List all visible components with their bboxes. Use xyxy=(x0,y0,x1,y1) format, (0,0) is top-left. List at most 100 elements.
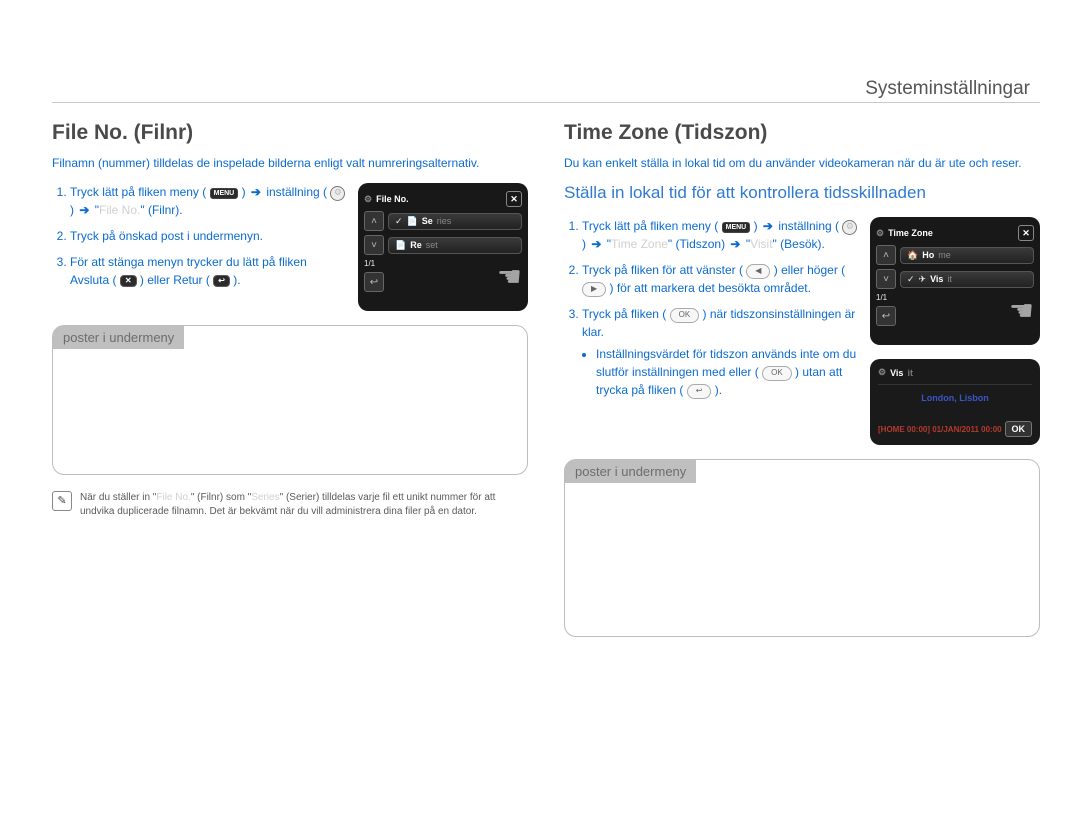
label: Se xyxy=(422,216,433,226)
right-title: Time Zone (Tidszon) xyxy=(564,121,1040,145)
screen-title: Time Zone xyxy=(888,228,933,238)
left-steps-list: Tryck lätt på fliken meny ( MENU ) ➔ ins… xyxy=(52,183,346,289)
airplane-icon: ✈ xyxy=(919,274,927,285)
footnote-text: När du ställer in "File No." (Filnr) som… xyxy=(80,491,528,518)
home-time-label: [HOME 00:00] 01/JAN/2011 00:00 xyxy=(878,425,1002,434)
right-step-3: Tryck på fliken ( OK ) när tidszonsinstä… xyxy=(582,305,858,399)
gear-icon: ⚙ xyxy=(876,228,884,239)
text: " (Filnr). xyxy=(140,203,182,217)
text: ). xyxy=(715,383,722,397)
label-faded: it xyxy=(947,274,952,284)
label-faded: me xyxy=(938,250,951,260)
text: När du ställer in " xyxy=(80,492,156,503)
faded-text: File No. xyxy=(156,492,190,503)
label-faded: ries xyxy=(437,216,452,226)
city-label: London, Lisbon xyxy=(878,393,1032,403)
timezone-screen-mock: ⚙ Time Zone ✕ ˄ 🏠 Home ˅ xyxy=(870,217,1040,345)
text: ) eller höger ( xyxy=(774,263,845,277)
right-steps-list: Tryck lätt på fliken meny ( MENU ) ➔ ins… xyxy=(564,217,858,399)
text: Tryck lätt på fliken meny ( xyxy=(582,219,718,233)
left-step-2: Tryck på önskad post i undermenyn. xyxy=(70,227,346,245)
text: " (Tidszon) xyxy=(668,237,729,251)
file-no-screen-mock: ⚙ File No. ✕ ˄ ✓ 📄 Series ˅ xyxy=(358,183,528,311)
left-submenu-box: poster i undermeny xyxy=(52,325,528,475)
visit-option: ✓ ✈ Visit xyxy=(900,271,1034,288)
left-lead-text: Filnamn (nummer) tilldelas de inspelade … xyxy=(52,155,528,171)
down-icon: ˅ xyxy=(876,269,896,289)
label: Re xyxy=(410,240,422,250)
text: ) xyxy=(754,219,761,233)
back-icon: ↩ xyxy=(687,384,712,399)
label: Ho xyxy=(922,250,934,260)
ok-icon: OK xyxy=(670,308,700,323)
doc-icon: 📄 xyxy=(407,216,418,227)
text: " (Filnr) som " xyxy=(191,492,251,503)
right-screens-stack: ⚙ Time Zone ✕ ˄ 🏠 Home ˅ xyxy=(870,217,1040,445)
right-steps-and-screens: Tryck lätt på fliken meny ( MENU ) ➔ ins… xyxy=(564,217,1040,445)
page-indicator: 1/1 xyxy=(876,293,887,302)
label: Vis xyxy=(930,274,943,284)
series-option: ✓ 📄 Series xyxy=(388,213,522,230)
back-icon: ↩ xyxy=(213,275,230,287)
back-icon: ↩ xyxy=(876,306,896,326)
reset-option: 📄 Reset xyxy=(388,237,522,254)
arrow-icon: ➔ xyxy=(763,217,773,235)
text: ) xyxy=(70,203,77,217)
hand-pointer-icon: ☚ xyxy=(497,260,522,293)
right-lead-text: Du kan enkelt ställa in lokal tid om du … xyxy=(564,155,1040,171)
close-icon: ✕ xyxy=(506,191,522,207)
text: Tryck på fliken för att vänster ( xyxy=(582,263,743,277)
visit-screen-mock: ⚙ Visit London, Lisbon [HOME 00:00] 01/J… xyxy=(870,359,1040,445)
hand-pointer-icon: ☚ xyxy=(1009,294,1034,327)
gear-icon: ⚙ xyxy=(364,194,372,205)
ok-icon: OK xyxy=(762,366,792,381)
left-step-3: För att stänga menyn trycker du lätt på … xyxy=(70,253,346,289)
close-icon: ✕ xyxy=(1018,225,1034,241)
home-icon: 🏠 xyxy=(907,250,918,261)
text: inställning ( xyxy=(778,219,839,233)
left-title: File No. (Filnr) xyxy=(52,121,528,145)
screen2-title-strong: Vis xyxy=(890,368,903,378)
screen2-title-faded: it xyxy=(907,368,913,378)
right-arrow-icon: ▶ xyxy=(582,282,606,297)
page-section-heading: Systeminställningar xyxy=(865,78,1030,100)
left-step-1: Tryck lätt på fliken meny ( MENU ) ➔ ins… xyxy=(70,183,346,219)
faded-text: Time Zone xyxy=(611,237,668,251)
right-step-3-note: Inställningsvärdet för tidszon används i… xyxy=(582,345,858,399)
left-steps-and-screen: Tryck lätt på fliken meny ( MENU ) ➔ ins… xyxy=(52,183,528,311)
left-column: File No. (Filnr) Filnamn (nummer) tillde… xyxy=(52,121,528,637)
right-submenu-box: poster i undermeny xyxy=(564,459,1040,637)
right-column: Time Zone (Tidszon) Du kan enkelt ställa… xyxy=(564,121,1040,637)
label-faded: set xyxy=(426,240,438,250)
text: ) xyxy=(582,237,589,251)
text: ) xyxy=(242,185,249,199)
back-icon: ↩ xyxy=(364,272,384,292)
check-icon: ✓ xyxy=(907,274,915,285)
doc-icon: 📄 xyxy=(395,240,406,251)
submenu-tab: poster i undermeny xyxy=(565,460,696,483)
faded-text: Visit xyxy=(750,237,772,251)
arrow-icon: ➔ xyxy=(730,235,740,253)
arrow-icon: ➔ xyxy=(591,235,601,253)
text: ) eller Retur ( xyxy=(140,273,210,287)
right-step-1: Tryck lätt på fliken meny ( MENU ) ➔ ins… xyxy=(582,217,858,253)
page-indicator: 1/1 xyxy=(364,259,375,268)
menu-icon: MENU xyxy=(722,222,751,233)
check-icon: ✓ xyxy=(395,216,403,227)
submenu-tab: poster i undermeny xyxy=(53,326,184,349)
menu-icon: MENU xyxy=(210,188,239,199)
gear-icon: ⚙ xyxy=(330,186,345,201)
left-arrow-icon: ◀ xyxy=(746,264,770,279)
up-icon: ˄ xyxy=(364,211,384,231)
gear-icon: ⚙ xyxy=(878,367,886,378)
text: Tryck lätt på fliken meny ( xyxy=(70,185,206,199)
gear-icon: ⚙ xyxy=(842,220,857,235)
text: ). xyxy=(233,273,240,287)
top-divider xyxy=(52,102,1040,103)
text: ) för att markera det besökta området. xyxy=(610,281,811,295)
left-footnote: ✎ När du ställer in "File No." (Filnr) s… xyxy=(52,491,528,518)
up-icon: ˄ xyxy=(876,245,896,265)
manual-page: Systeminställningar File No. (Filnr) Fil… xyxy=(0,0,1080,827)
ok-button-visual: OK xyxy=(1005,421,1033,437)
down-icon: ˅ xyxy=(364,235,384,255)
